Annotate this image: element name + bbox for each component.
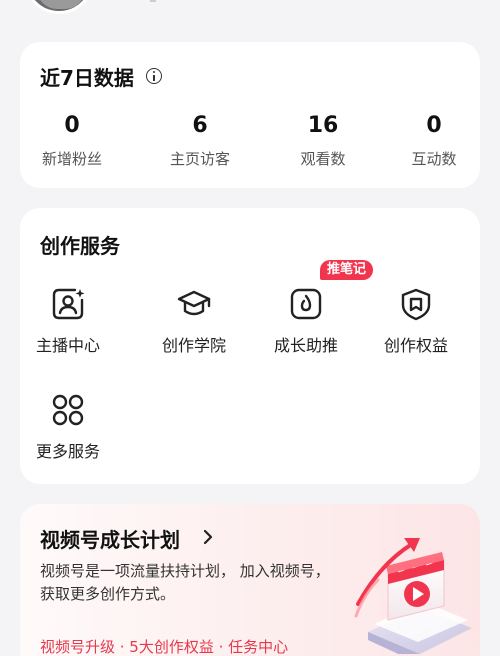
chevron-right-icon[interactable] bbox=[200, 528, 216, 546]
service-label: 更多服务 bbox=[35, 442, 100, 461]
flame-icon bbox=[290, 288, 322, 320]
services-card: 创作服务 主播中心 创作学院 推笔记 成长助推 创作权益 更多服务 bbox=[20, 208, 480, 484]
stat-views[interactable]: 16 观看数 bbox=[273, 113, 373, 169]
services-card-title: 创作服务 bbox=[40, 234, 120, 258]
stat-label: 主页访客 bbox=[169, 150, 230, 168]
top-strip bbox=[0, 0, 500, 30]
data-card: 近7日数据 0 新增粉丝 6 主页访客 16 观看数 0 互动数 bbox=[20, 42, 480, 188]
grid-icon bbox=[52, 394, 84, 426]
avatar[interactable] bbox=[24, 0, 94, 14]
data-card-title: 近7日数据 bbox=[40, 66, 134, 90]
shield-icon bbox=[401, 288, 431, 321]
service-growth-boost[interactable]: 推笔记 成长助推 bbox=[250, 260, 374, 356]
stat-label: 观看数 bbox=[300, 150, 346, 168]
header-mark bbox=[150, 0, 156, 2]
growth-plan-description: 视频号是一项流量扶持计划， 加入视频号，获取更多创作方式。 bbox=[40, 562, 330, 603]
service-label: 创作学院 bbox=[161, 336, 226, 355]
stat-interactions[interactable]: 0 互动数 bbox=[384, 113, 484, 169]
stat-profile-visitors[interactable]: 6 主页访客 bbox=[150, 113, 250, 169]
service-label: 创作权益 bbox=[383, 336, 448, 355]
growth-plan-links[interactable]: 视频号升级 · 5大创作权益 · 任务中心 bbox=[40, 636, 288, 656]
stat-label: 互动数 bbox=[411, 150, 457, 168]
service-creator-academy[interactable]: 创作学院 bbox=[138, 286, 250, 356]
stat-label: 新增粉丝 bbox=[41, 150, 102, 168]
growth-plan-card[interactable]: 视频号成长计划 视频号是一项流量扶持计划， 加入视频号，获取更多创作方式。 视频… bbox=[20, 504, 480, 656]
info-icon[interactable] bbox=[146, 68, 162, 84]
stat-new-followers[interactable]: 0 新增粉丝 bbox=[22, 113, 122, 169]
stat-value: 16 bbox=[307, 113, 339, 138]
graduation-cap-icon bbox=[177, 290, 211, 316]
service-anchor-center[interactable]: 主播中心 bbox=[12, 286, 124, 356]
service-creator-rights[interactable]: 创作权益 bbox=[360, 286, 472, 356]
service-badge: 推笔记 bbox=[320, 260, 374, 280]
anchor-center-icon bbox=[52, 288, 85, 320]
service-label: 成长助推 bbox=[273, 336, 338, 355]
video-growth-illustration bbox=[354, 538, 472, 654]
stat-value: 6 bbox=[192, 113, 208, 138]
service-label: 主播中心 bbox=[35, 336, 100, 355]
growth-plan-title[interactable]: 视频号成长计划 bbox=[40, 524, 180, 553]
service-more[interactable]: 更多服务 bbox=[12, 392, 124, 462]
stat-value: 0 bbox=[426, 113, 442, 138]
stat-value: 0 bbox=[64, 113, 80, 138]
